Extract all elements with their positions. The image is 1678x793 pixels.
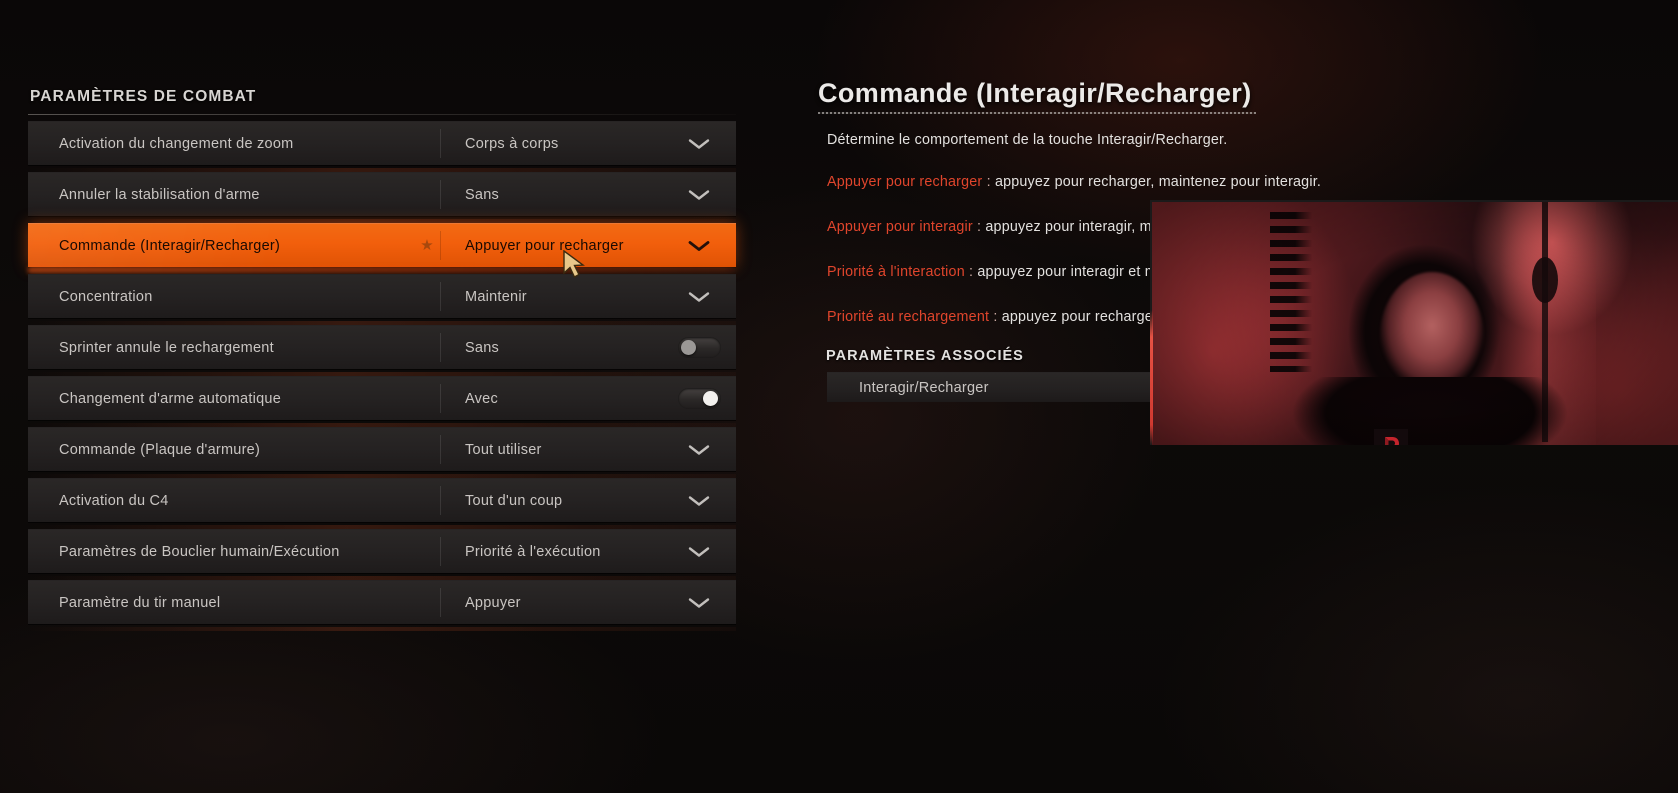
setting-row[interactable]: Activation du changement de zoom Corps à … <box>28 121 736 172</box>
setting-row[interactable]: Concentration Maintenir <box>28 274 736 325</box>
combat-settings-panel: PARAMÈTRES DE COMBAT Activation du chang… <box>28 88 736 631</box>
setting-row-value: Sans <box>465 339 500 356</box>
detail-option-separator: : <box>964 264 978 281</box>
toggle-knob <box>680 340 696 355</box>
chevron-down-icon[interactable] <box>688 189 710 201</box>
setting-row-label: Commande (Plaque d'armure) <box>59 441 261 458</box>
webcam-person-body <box>1280 377 1580 445</box>
setting-row-value: Appuyer <box>465 594 521 611</box>
chevron-down-icon[interactable] <box>688 495 710 507</box>
page-title: PARAMÈTRES DE COMBAT <box>30 88 257 105</box>
detail-option-line: Appuyer pour recharger : appuyez pour re… <box>827 172 1547 193</box>
setting-row-control[interactable] <box>662 189 736 201</box>
detail-summary: Détermine le comportement de la touche I… <box>827 132 1228 148</box>
setting-row-value: Corps à corps <box>465 135 559 152</box>
associated-setting-label: Interagir/Recharger <box>859 379 989 396</box>
setting-row[interactable]: Changement d'arme automatique Avec <box>28 376 736 427</box>
setting-row-control[interactable] <box>662 291 736 303</box>
webcam-video <box>1152 202 1678 445</box>
toggle-switch-on[interactable] <box>677 388 721 409</box>
setting-row-label: Concentration <box>59 288 153 305</box>
setting-row-label: Activation du changement de zoom <box>59 135 294 152</box>
chevron-down-icon[interactable] <box>688 138 710 150</box>
chevron-down-icon[interactable] <box>688 240 710 252</box>
star-icon[interactable]: ★ <box>414 238 440 253</box>
setting-row-control[interactable] <box>662 337 736 358</box>
setting-row-value: Priorité à l'exécution <box>465 543 601 560</box>
setting-row[interactable]: Commande (Plaque d'armure) Tout utiliser <box>28 427 736 478</box>
setting-row-value: Tout utiliser <box>465 441 542 458</box>
detail-title-underline <box>818 112 1256 114</box>
setting-row[interactable]: Paramètre du tir manuel Appuyer <box>28 580 736 631</box>
setting-row[interactable]: Commande (Interagir/Recharger) ★ Appuyer p… <box>28 223 736 267</box>
detail-option-separator: : <box>989 309 1002 326</box>
webcam-overlay <box>1150 200 1678 445</box>
detail-title: Commande (Interagir/Recharger) <box>818 78 1252 108</box>
toggle-knob <box>702 391 718 406</box>
setting-row-label: Commande (Interagir/Recharger) <box>59 237 281 254</box>
setting-row-control[interactable] <box>662 138 736 150</box>
setting-row-control[interactable] <box>662 597 736 609</box>
setting-row-control[interactable] <box>662 388 736 409</box>
setting-row-control[interactable] <box>662 240 736 252</box>
setting-row[interactable]: Activation du C4 Tout d'un coup <box>28 478 736 529</box>
detail-option-text: appuyez pour recharger, maintenez pour i… <box>994 174 1322 191</box>
chevron-down-icon[interactable] <box>688 291 710 303</box>
detail-option-key: Priorité au rechargement <box>827 309 990 326</box>
setting-row-label: Sprinter annule le rechargement <box>59 339 274 356</box>
settings-list: Activation du changement de zoom Corps à … <box>28 121 736 631</box>
detail-option-key: Priorité à l'interaction <box>827 264 965 281</box>
setting-row[interactable]: Annuler la stabilisation d'arme Sans <box>28 172 736 223</box>
setting-row-control[interactable] <box>662 444 736 456</box>
chevron-down-icon[interactable] <box>688 546 710 558</box>
webcam-accent-bar <box>1150 310 1153 445</box>
webcam-edge-artifact <box>1270 212 1312 372</box>
webcam-cable-bulb <box>1532 257 1558 303</box>
setting-row[interactable]: Sprinter annule le rechargement Sans <box>28 325 736 376</box>
setting-row-control[interactable] <box>662 495 736 507</box>
detail-option-key: Appuyer pour interagir <box>827 219 973 236</box>
setting-row-label: Paramètre du tir manuel <box>59 594 221 611</box>
detail-option-key: Appuyer pour recharger <box>827 174 983 191</box>
chevron-down-icon[interactable] <box>688 597 710 609</box>
toggle-switch-off[interactable] <box>677 337 721 358</box>
title-divider <box>28 114 736 115</box>
setting-row-label: Changement d'arme automatique <box>59 390 282 407</box>
p-logo-icon <box>1374 429 1408 445</box>
setting-row-value: Avec <box>465 390 498 407</box>
setting-row-control[interactable] <box>662 546 736 558</box>
detail-option-separator: : <box>972 219 986 236</box>
detail-option-separator: : <box>982 174 995 191</box>
setting-row-value: Sans <box>465 186 500 203</box>
setting-row-label: Annuler la stabilisation d'arme <box>59 186 260 203</box>
game-settings-screen: PARAMÈTRES DE COMBAT Activation du chang… <box>0 0 1678 793</box>
setting-row-value: Appuyer pour recharger <box>465 237 624 254</box>
chevron-down-icon[interactable] <box>688 444 710 456</box>
setting-row-label: Paramètres de Bouclier humain/Exécution <box>59 543 340 560</box>
setting-row-value: Tout d'un coup <box>465 492 563 509</box>
setting-row[interactable]: Paramètres de Bouclier humain/Exécution P… <box>28 529 736 580</box>
setting-row-value: Maintenir <box>465 288 527 305</box>
setting-row-label: Activation du C4 <box>59 492 169 509</box>
